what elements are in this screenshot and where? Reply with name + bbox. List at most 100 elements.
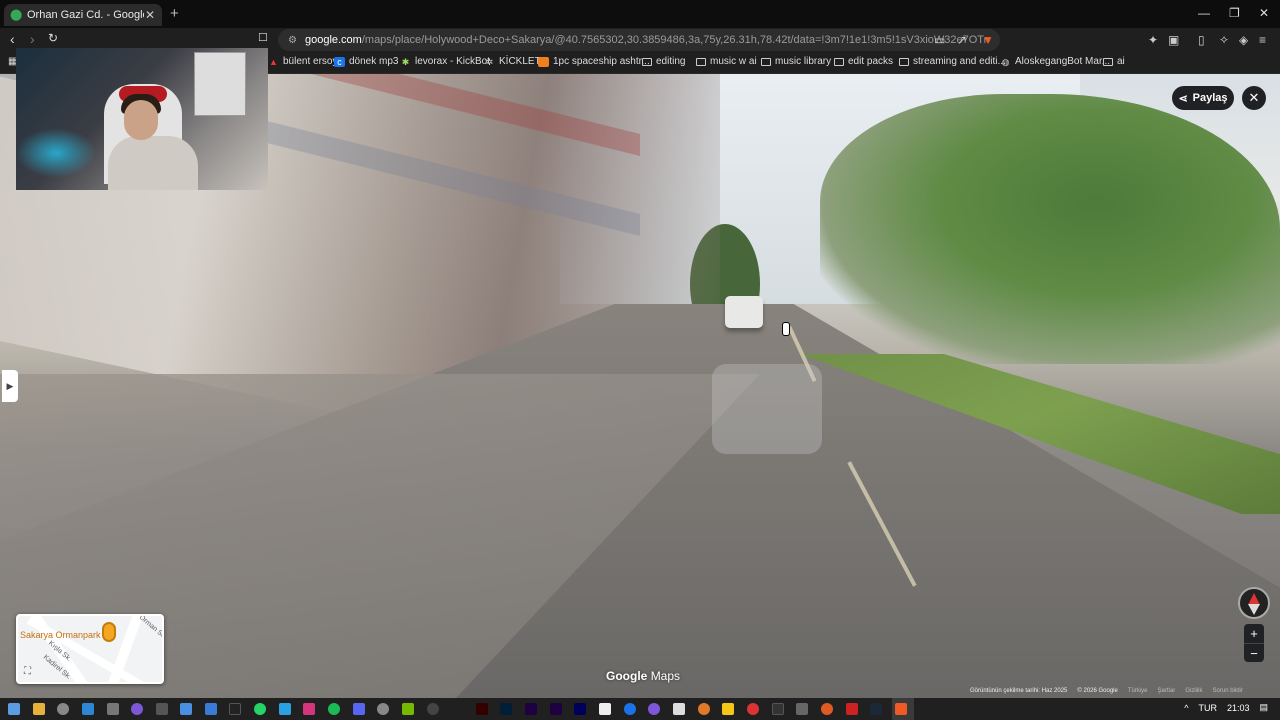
premiere-icon[interactable] bbox=[574, 703, 586, 715]
brave-shield-icon[interactable]: ▼ bbox=[982, 33, 994, 47]
close-streetview-button[interactable]: ✕ bbox=[1242, 86, 1266, 110]
media-encoder-icon[interactable] bbox=[525, 703, 537, 715]
app-icon[interactable] bbox=[772, 703, 784, 715]
wallet-icon[interactable]: ▣ bbox=[1168, 33, 1179, 47]
app-icon[interactable] bbox=[180, 703, 192, 715]
brave-icon[interactable] bbox=[895, 703, 907, 715]
bookmark-label: music w ai bbox=[710, 56, 757, 67]
window-close-button[interactable]: ✕ bbox=[1259, 6, 1269, 20]
cast-icon[interactable]: ▭ bbox=[934, 33, 945, 47]
edge-icon[interactable] bbox=[624, 703, 636, 715]
pegman-icon bbox=[102, 622, 116, 642]
bookmark-folder-ai[interactable]: ai bbox=[1103, 56, 1125, 67]
zoom-control: + − bbox=[1244, 624, 1264, 662]
nvidia-icon[interactable] bbox=[402, 703, 414, 715]
bookmark-folder-editing[interactable]: editing bbox=[642, 56, 685, 67]
obs-icon[interactable] bbox=[427, 703, 439, 715]
bookmark-folder-edit-packs[interactable]: edit packs bbox=[834, 56, 893, 67]
zoom-out-button[interactable]: − bbox=[1244, 644, 1264, 663]
app-icon[interactable] bbox=[107, 703, 119, 715]
bookmark-folder-music-library[interactable]: music library bbox=[761, 56, 831, 67]
share-button[interactable]: ⋖ Paylaş bbox=[1172, 86, 1234, 110]
park-label: Sakarya Ormanpark bbox=[20, 630, 101, 640]
terms-link[interactable]: Şartlar bbox=[1158, 688, 1176, 698]
red-icon: ▲ bbox=[269, 56, 278, 67]
vpn-icon[interactable]: ◈ bbox=[1239, 33, 1248, 47]
extensions-icon[interactable]: ✦ bbox=[1148, 33, 1158, 47]
bookmark-donek-mp3[interactable]: c dönek mp3 bbox=[334, 56, 398, 67]
bookmark-aloskegangbot[interactable]: ◍ AloskegangBot Mar... bbox=[1000, 56, 1111, 67]
app-icon[interactable] bbox=[747, 703, 759, 715]
app-icon[interactable] bbox=[648, 703, 660, 715]
app-icon[interactable] bbox=[698, 703, 710, 715]
app-icon[interactable] bbox=[156, 703, 168, 715]
folder-icon bbox=[761, 57, 771, 66]
settings-icon[interactable] bbox=[57, 703, 69, 715]
compass-icon[interactable] bbox=[1238, 587, 1270, 619]
privacy-link[interactable]: Gizlilik bbox=[1185, 688, 1202, 698]
spotify-icon[interactable] bbox=[328, 703, 340, 715]
photoshop-icon[interactable] bbox=[500, 703, 512, 715]
app-icon[interactable] bbox=[796, 703, 808, 715]
app-icon[interactable] bbox=[821, 703, 833, 715]
reload-icon[interactable]: ↻ bbox=[48, 31, 58, 45]
app-icon[interactable] bbox=[205, 703, 217, 715]
tray-chevron-icon[interactable]: ^ bbox=[1184, 703, 1188, 713]
bookmark-folder-music-w-ai[interactable]: music w ai bbox=[696, 56, 757, 67]
tab-title: Orhan Gazi Cd. - Google Haritalar bbox=[27, 9, 144, 21]
minimize-button[interactable]: — bbox=[1198, 6, 1210, 20]
instagram-icon[interactable] bbox=[303, 703, 315, 715]
new-tab-button[interactable]: + bbox=[170, 5, 179, 22]
whatsapp-icon[interactable] bbox=[254, 703, 266, 715]
address-bar[interactable]: ⚙ google.com /maps/place/Holywood+Deco+S… bbox=[278, 29, 1000, 51]
bookmark-bulent-ersoy[interactable]: ▲ bülent ersoy bbox=[268, 56, 337, 67]
share-page-icon[interactable]: ↗ bbox=[957, 33, 967, 47]
file-explorer-icon[interactable] bbox=[33, 703, 45, 715]
bookmark-kickbot[interactable]: ✱ levorax - KickBot bbox=[400, 56, 490, 67]
bookmark-folder-streaming[interactable]: streaming and editi... bbox=[899, 56, 1006, 67]
expand-map-icon[interactable]: ⛶ bbox=[24, 666, 31, 677]
app-icon[interactable] bbox=[673, 703, 685, 715]
forward-icon[interactable]: › bbox=[30, 31, 35, 47]
maximize-button[interactable]: ❐ bbox=[1229, 6, 1240, 20]
capcut-icon[interactable] bbox=[599, 703, 611, 715]
notification-icon[interactable]: ▤ bbox=[1259, 702, 1268, 713]
country-link[interactable]: Türkiye bbox=[1128, 688, 1148, 698]
back-icon[interactable]: ‹ bbox=[10, 31, 15, 47]
van bbox=[725, 296, 763, 328]
sidebar-icon[interactable]: ▯ bbox=[1198, 33, 1205, 47]
share-icon: ⋖ bbox=[1178, 92, 1188, 105]
illustrator-icon[interactable] bbox=[476, 703, 488, 715]
tiktok-icon[interactable] bbox=[229, 703, 241, 715]
folder-icon bbox=[899, 57, 909, 66]
app-icon[interactable] bbox=[846, 703, 858, 715]
logo-google: Google bbox=[606, 669, 648, 683]
bookmark-spaceship[interactable]: 1pc spaceship ashtr... bbox=[538, 56, 650, 67]
site-info-icon[interactable]: ⚙ bbox=[288, 35, 297, 46]
bookmark-icon[interactable]: ☐ bbox=[258, 31, 268, 44]
app-icon[interactable] bbox=[131, 703, 143, 715]
after-effects-icon[interactable] bbox=[550, 703, 562, 715]
tab-close-button[interactable]: ✕ bbox=[144, 8, 156, 22]
start-icon[interactable] bbox=[8, 703, 20, 715]
vscode-icon[interactable] bbox=[82, 703, 94, 715]
steam-icon[interactable] bbox=[870, 703, 882, 715]
leo-ai-icon[interactable]: ✧ bbox=[1219, 33, 1229, 47]
tab-google-maps[interactable]: ⬤ Orhan Gazi Cd. - Google Haritalar ✕ bbox=[4, 4, 162, 26]
chrome-icon[interactable] bbox=[377, 703, 389, 715]
led-light bbox=[16, 128, 96, 178]
minimap[interactable]: Sakarya Ormanpark Orman Sk. Kışla Sk. Ka… bbox=[16, 614, 164, 684]
app-icon[interactable] bbox=[279, 703, 291, 715]
orange-icon bbox=[538, 56, 549, 67]
zoom-in-button[interactable]: + bbox=[1244, 624, 1264, 643]
bookmark-label: bülent ersoy bbox=[283, 56, 338, 67]
expand-side-panel-button[interactable]: ▶ bbox=[2, 370, 18, 402]
clock[interactable]: 21:03 bbox=[1227, 703, 1250, 713]
bookmark-kicklet[interactable]: ✲ KİCKLET bbox=[484, 56, 541, 67]
discord-icon[interactable] bbox=[353, 703, 365, 715]
menu-icon[interactable]: ≡ bbox=[1259, 33, 1266, 47]
app-icon[interactable] bbox=[722, 703, 734, 715]
language-indicator[interactable]: TUR bbox=[1198, 703, 1217, 713]
report-link[interactable]: Sorun bildir bbox=[1213, 688, 1243, 698]
share-label: Paylaş bbox=[1192, 92, 1228, 104]
